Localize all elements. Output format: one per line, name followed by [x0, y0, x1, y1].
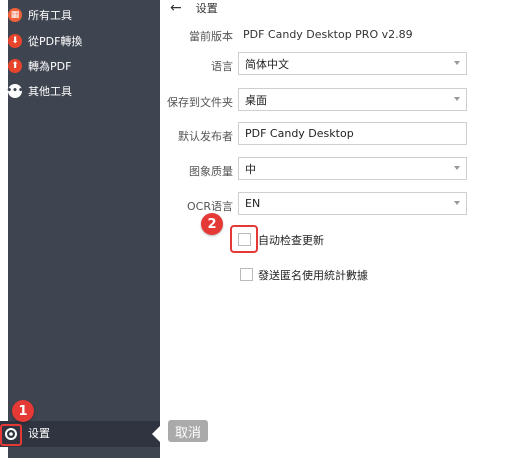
version-value: PDF Candy Desktop PRO v2.89 [243, 28, 413, 41]
grid-icon: ▦ [8, 8, 22, 22]
sidebar-item-label: 其他工具 [28, 85, 72, 98]
ocr-language-select[interactable]: EN [238, 192, 467, 215]
sidebar-item-label: 所有工具 [28, 9, 72, 22]
image-quality-select[interactable]: 中 [238, 157, 467, 180]
sidebar-item-settings[interactable] [0, 421, 160, 447]
chevron-down-icon [454, 61, 460, 65]
language-value: 简体中文 [245, 57, 289, 71]
chevron-down-icon [454, 166, 460, 170]
import-icon: ⬆ [8, 59, 22, 73]
sidebar-item-label: 轉為PDF [28, 60, 72, 73]
export-icon: ⬇ [8, 34, 22, 48]
cancel-tooltip: 取消 [168, 420, 208, 442]
gear-highlight [0, 424, 22, 446]
save-folder-label: 保存到文件夹 [167, 96, 233, 109]
sidebar-item-label: 從PDF轉換 [28, 35, 83, 48]
ocr-language-value: EN [245, 197, 261, 210]
auto-update-label: 自动检查更新 [258, 234, 324, 247]
chevron-down-icon [454, 97, 460, 101]
anon-stats-label: 發送匿名使用統計數據 [258, 269, 368, 282]
active-indicator [152, 426, 160, 442]
sidebar-edge [0, 0, 8, 458]
sidebar-item-other-tools[interactable]: ••• 其他工具 [6, 80, 72, 102]
more-icon: ••• [6, 84, 24, 98]
page-header: ← 设置 [170, 0, 218, 16]
version-label: 當前版本 [189, 30, 233, 43]
page-title: 设置 [195, 2, 218, 15]
publisher-label: 默认发布者 [178, 130, 233, 143]
ocr-language-label: OCR语言 [187, 200, 233, 213]
publisher-value: PDF Candy Desktop [245, 127, 354, 140]
image-quality-value: 中 [245, 162, 256, 176]
language-label: 语言 [211, 60, 233, 73]
sidebar-item-from-pdf[interactable]: ⬇ 從PDF轉換 [8, 30, 82, 52]
auto-update-checkbox[interactable] [238, 233, 251, 246]
language-select[interactable]: 简体中文 [238, 52, 467, 75]
step-badge-2: 2 [201, 213, 223, 235]
chevron-down-icon [454, 201, 460, 205]
back-arrow-icon[interactable]: ← [170, 0, 182, 16]
anon-stats-checkbox[interactable] [240, 268, 253, 281]
image-quality-label: 图象质量 [189, 165, 233, 178]
save-folder-value: 桌面 [245, 93, 267, 107]
publisher-input[interactable]: PDF Candy Desktop [238, 122, 467, 145]
step-badge-1: 1 [12, 400, 34, 422]
save-folder-select[interactable]: 桌面 [238, 88, 467, 111]
sidebar-item-all-tools[interactable]: ▦ 所有工具 [8, 4, 72, 26]
sidebar-item-label: 设置 [28, 427, 50, 440]
sidebar-item-to-pdf[interactable]: ⬆ 轉為PDF [8, 55, 71, 77]
